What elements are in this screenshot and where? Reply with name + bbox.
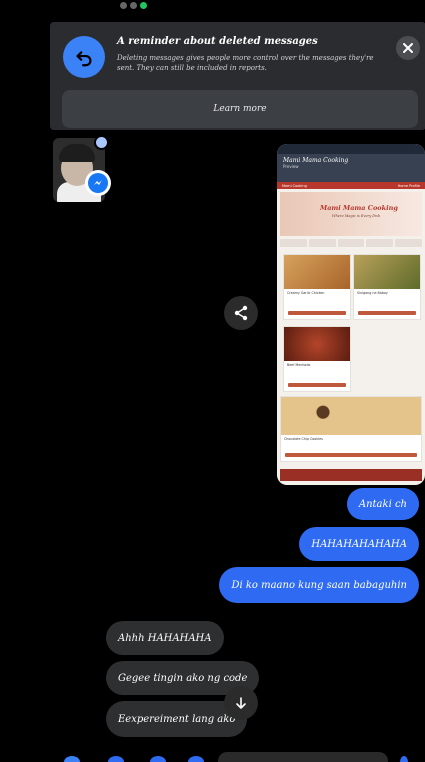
message-input[interactable] <box>218 752 388 762</box>
shared-image-message[interactable]: Mami Mama Cooking Preview Mami Cooking H… <box>277 144 425 485</box>
gallery-icon[interactable] <box>150 756 166 762</box>
like-icon[interactable] <box>400 756 408 762</box>
recipe-card: Creamy Garlic Chicken <box>283 254 351 320</box>
scroll-to-bottom-button[interactable] <box>224 686 258 720</box>
screenshot-app-title: Mami Mama Cooking <box>283 157 349 164</box>
banner-body: Deleting messages gives people more cont… <box>117 54 374 72</box>
outgoing-message[interactable]: HAHAHAHAHAHA <box>299 527 419 561</box>
recipe-name: Chocolate Chip Cookies <box>284 437 323 441</box>
recipe-card: Sinigang na Baboy <box>353 254 421 320</box>
screenshot-footer <box>280 469 422 481</box>
screenshot-nav-right: Home Profile <box>397 183 420 188</box>
screenshot-hero: Mami Mama Cooking Where Magic is Every D… <box>280 192 422 236</box>
recipe-card: Chocolate Chip Cookies <box>280 396 422 462</box>
recipe-name: Beef Mechado <box>287 363 311 367</box>
status-indicators <box>120 0 160 12</box>
incoming-message[interactable]: Ahhh HAHAHAHA <box>106 621 224 655</box>
camera-icon[interactable] <box>108 756 124 762</box>
screenshot-app-subtitle: Preview <box>283 164 299 169</box>
arrow-down-icon <box>236 697 246 709</box>
screenshot-app-bar: Mami Mama Cooking Preview <box>277 154 425 182</box>
chat-screen: A reminder about deleted messages Deleti… <box>8 0 425 762</box>
share-icon <box>234 305 248 321</box>
outgoing-message[interactable]: Di ko maano kung saan babaguhin <box>219 567 419 603</box>
deleted-messages-reminder-banner: A reminder about deleted messages Deleti… <box>50 22 425 130</box>
undo-icon <box>63 36 105 78</box>
online-status-dot <box>94 135 109 150</box>
messenger-icon <box>85 170 111 196</box>
screenshot-hero-tagline: Where Magic is Every Dish <box>332 214 381 218</box>
banner-title: A reminder about deleted messages <box>117 36 318 47</box>
share-button[interactable] <box>224 296 258 330</box>
composer-bar <box>8 748 425 762</box>
screenshot-nav-left: Mami Cooking <box>282 183 307 188</box>
screenshot-category-tabs <box>280 239 422 247</box>
recipe-name: Creamy Garlic Chicken <box>287 291 325 295</box>
close-icon[interactable] <box>396 36 420 60</box>
recipe-card: Beef Mechado <box>283 326 351 392</box>
screenshot-hero-title: Mami Mama Cooking <box>320 204 398 212</box>
screenshot-nav: Mami Cooking Home Profile <box>277 182 425 189</box>
plus-icon[interactable] <box>64 756 80 762</box>
mic-icon[interactable] <box>188 756 204 762</box>
learn-more-button[interactable]: Learn more <box>62 90 418 128</box>
outgoing-message[interactable]: Antaki ch <box>346 488 419 520</box>
recipe-name: Sinigang na Baboy <box>357 291 388 295</box>
screenshot-status-bar <box>277 144 425 154</box>
